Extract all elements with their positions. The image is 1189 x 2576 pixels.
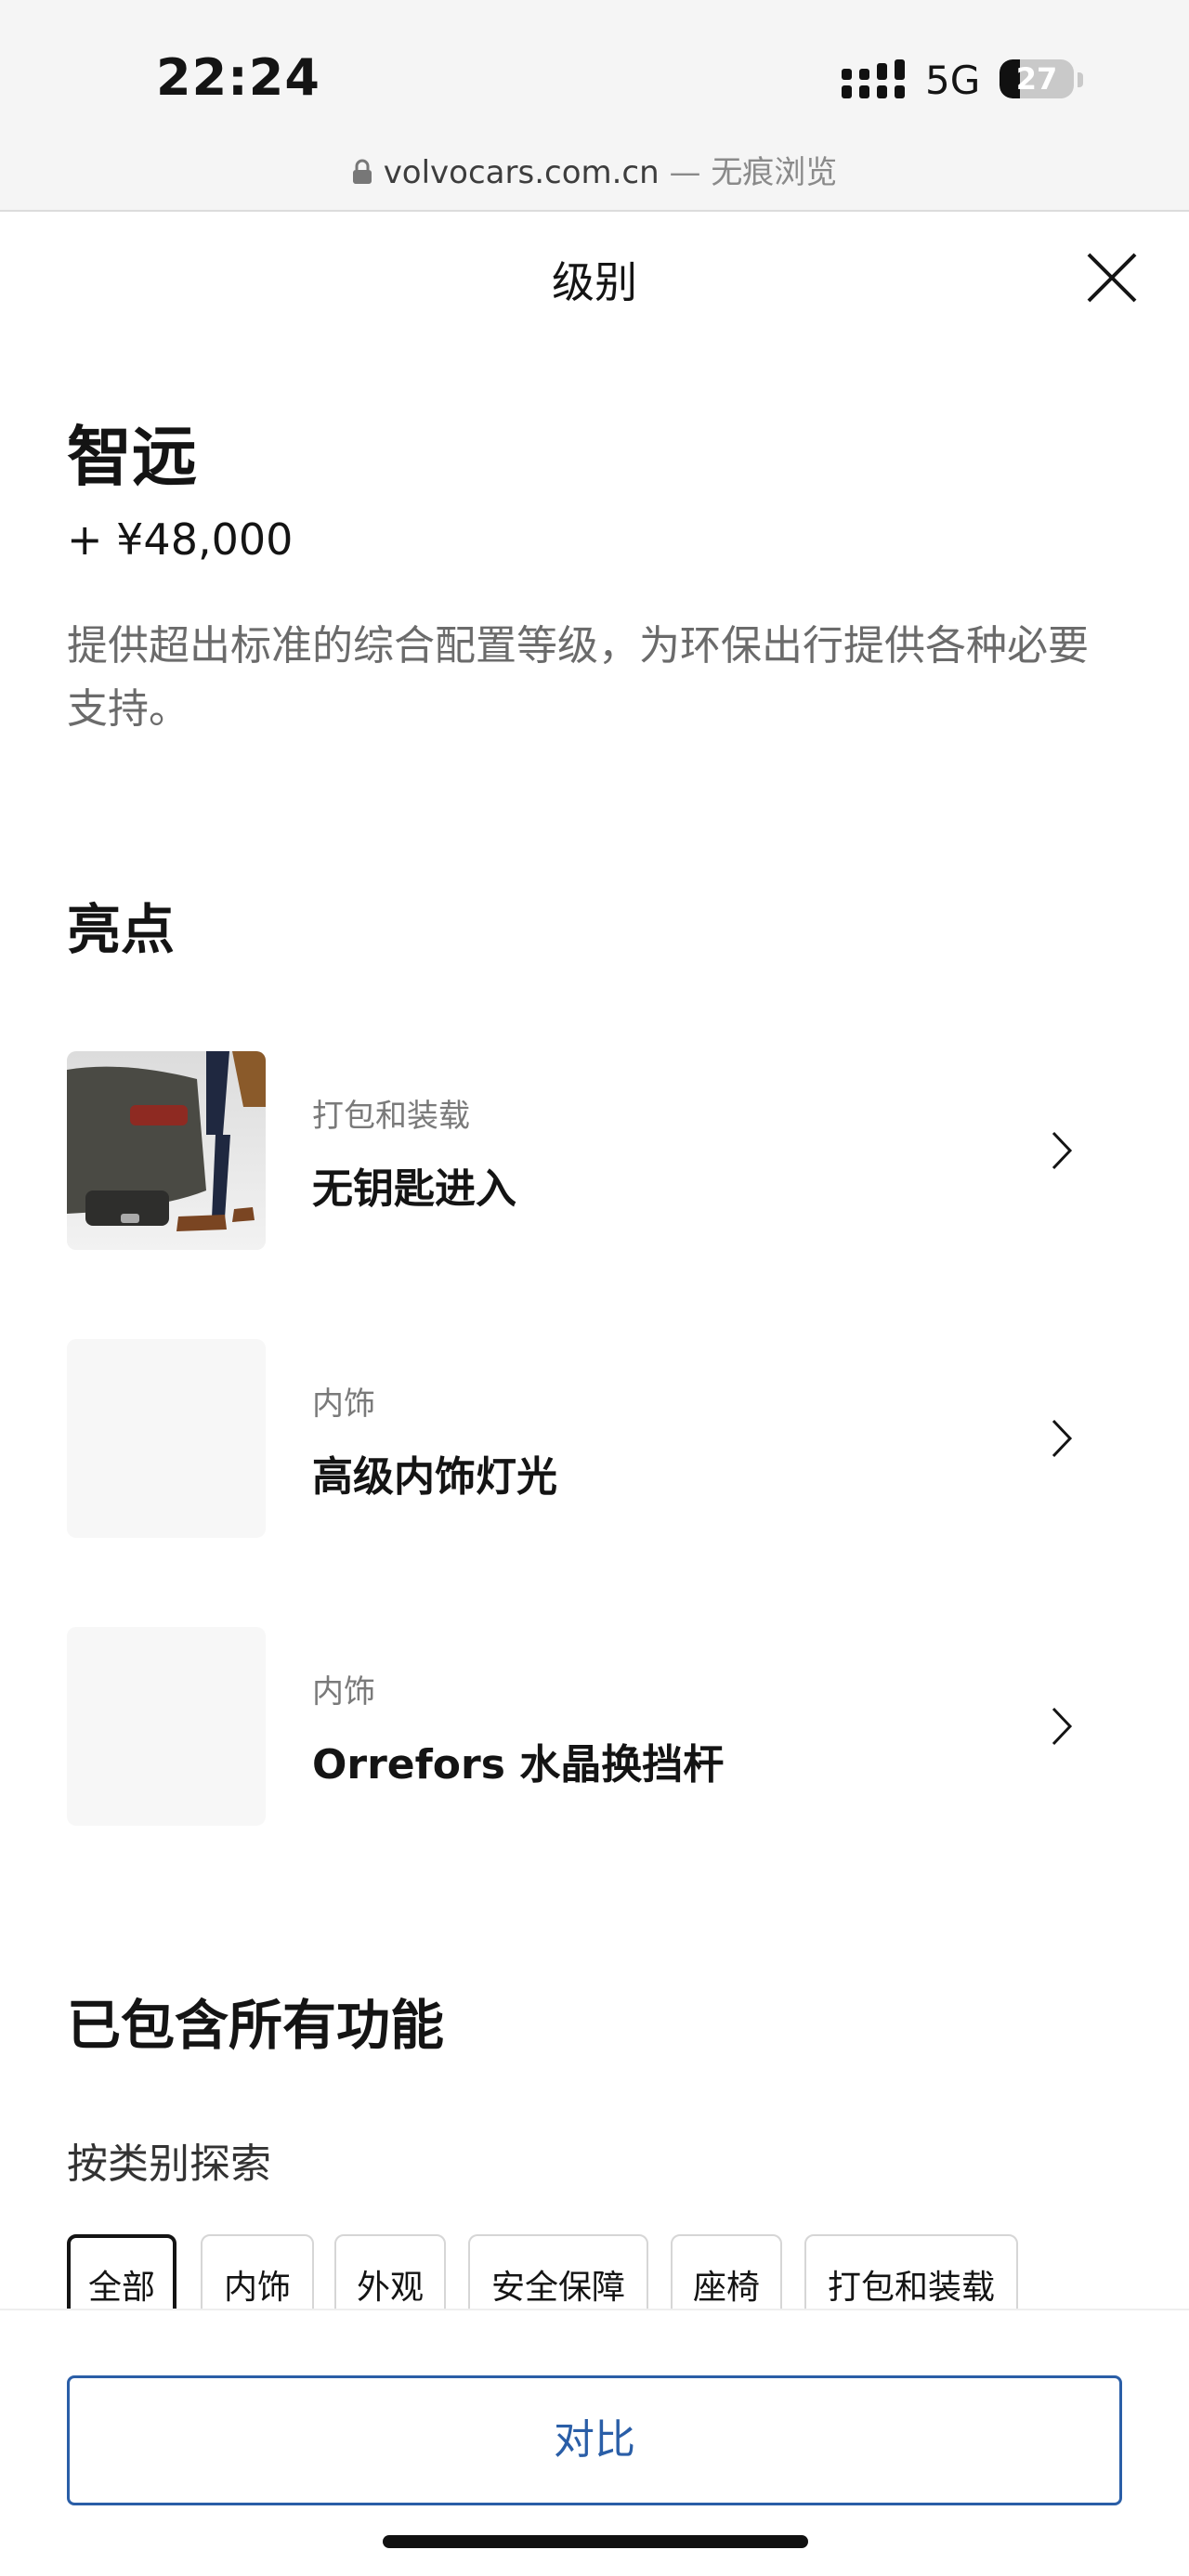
highlight-name: 高级内饰灯光 (312, 1453, 557, 1501)
network-label: 5G (925, 58, 981, 103)
browser-chrome: 22:24 5G 27 volvocars.com.cn — 无痕浏览 (0, 0, 1189, 212)
chip-exterior[interactable]: 外观 (334, 2234, 446, 2309)
highlight-category: 内饰 (312, 1386, 375, 1423)
chip-all[interactable]: 全部 (67, 2234, 176, 2309)
compare-button[interactable]: 对比 (67, 2375, 1122, 2505)
trim-price: + ¥48,000 (67, 514, 294, 565)
category-chips: 全部 内饰 外观 安全保障 座椅 打包和装载 (67, 2234, 1163, 2309)
highlight-item-keyless-entry[interactable]: 打包和装载 无钥匙进入 (67, 1051, 1126, 1250)
battery-nub (1078, 72, 1083, 87)
page: 22:24 5G 27 volvocars.com.cn — 无痕浏览 级别 智… (0, 0, 1189, 2576)
chevron-right-icon[interactable] (1048, 1417, 1076, 1460)
trim-name: 智远 (67, 419, 197, 495)
chevron-right-icon[interactable] (1048, 1705, 1076, 1748)
car-rear-illustration (67, 1051, 266, 1250)
highlight-item-crystal-gear-shifter[interactable]: 内饰 Orrefors 水晶换挡杆 (67, 1627, 1126, 1826)
modal-title: 级别 (552, 257, 637, 307)
private-mode-label: 无痕浏览 (711, 154, 838, 191)
all-features-title: 已包含所有功能 (67, 1994, 445, 2057)
highlight-name: 无钥匙进入 (312, 1165, 516, 1213)
explore-by-category-label: 按类别探索 (67, 2140, 271, 2188)
chip-safety[interactable]: 安全保障 (468, 2234, 648, 2309)
keyless-entry-image (67, 1051, 266, 1250)
signal-bars-icon (842, 59, 905, 98)
address-separator: — (659, 154, 712, 191)
lock-icon (352, 159, 372, 184)
battery-icon: 27 (1000, 59, 1074, 98)
interior-lighting-image-placeholder (67, 1339, 266, 1538)
close-icon[interactable] (1083, 249, 1141, 306)
highlight-name: Orrefors 水晶换挡杆 (312, 1741, 725, 1789)
divider (0, 2309, 1189, 2310)
crystal-gear-shifter-image-placeholder (67, 1627, 266, 1826)
highlights-list: 打包和装载 无钥匙进入 内饰 高级内饰灯光 内饰 Orrefors 水晶换挡杆 (67, 1051, 1126, 1915)
chip-seats[interactable]: 座椅 (671, 2234, 782, 2309)
highlight-category: 内饰 (312, 1673, 375, 1711)
address-host: volvocars.com.cn (383, 154, 660, 191)
chip-interior[interactable]: 内饰 (201, 2234, 314, 2309)
home-indicator (383, 2535, 808, 2548)
status-time: 22:24 (156, 48, 320, 107)
chevron-right-icon[interactable] (1048, 1129, 1076, 1172)
highlight-category: 打包和装载 (312, 1098, 470, 1135)
address-bar[interactable]: volvocars.com.cn — 无痕浏览 (0, 147, 1189, 192)
chip-packing-loading[interactable]: 打包和装载 (804, 2234, 1018, 2309)
battery-percent: 27 (1015, 61, 1058, 97)
highlight-item-interior-lighting[interactable]: 内饰 高级内饰灯光 (67, 1339, 1126, 1538)
trim-description: 提供超出标准的综合配置等级，为环保出行提供各种必要支持。 (67, 622, 1089, 733)
highlights-title: 亮点 (67, 898, 176, 961)
